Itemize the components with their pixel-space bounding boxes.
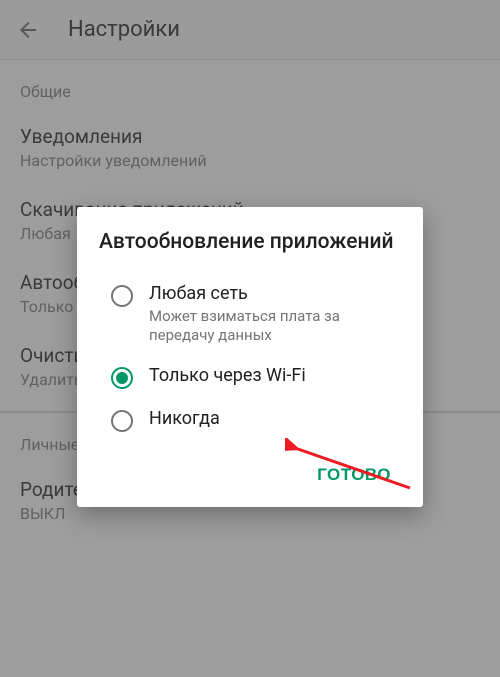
done-button[interactable]: ГОТОВО [307,457,401,493]
radio-text: Любая сеть Может взиматься плата за пере… [149,282,401,345]
radio-label: Только через Wi-Fi [149,364,401,387]
dialog-actions: ГОТОВО [99,457,401,493]
radio-icon [111,367,133,389]
modal-overlay[interactable]: Автообновление приложений Любая сеть Мож… [0,0,500,677]
autoupdate-dialog: Автообновление приложений Любая сеть Мож… [77,207,423,507]
radio-label: Никогда [149,407,401,430]
radio-desc: Может взиматься плата за передачу данных [149,307,401,346]
radio-option-wifi-only[interactable]: Только через Wi-Fi [99,355,401,398]
radio-label: Любая сеть [149,282,401,305]
radio-icon [111,410,133,432]
radio-option-any-network[interactable]: Любая сеть Может взиматься плата за пере… [99,273,401,354]
radio-icon [111,285,133,307]
radio-option-never[interactable]: Никогда [99,398,401,441]
radio-text: Только через Wi-Fi [149,364,401,387]
radio-text: Никогда [149,407,401,430]
dialog-title: Автообновление приложений [99,229,401,255]
